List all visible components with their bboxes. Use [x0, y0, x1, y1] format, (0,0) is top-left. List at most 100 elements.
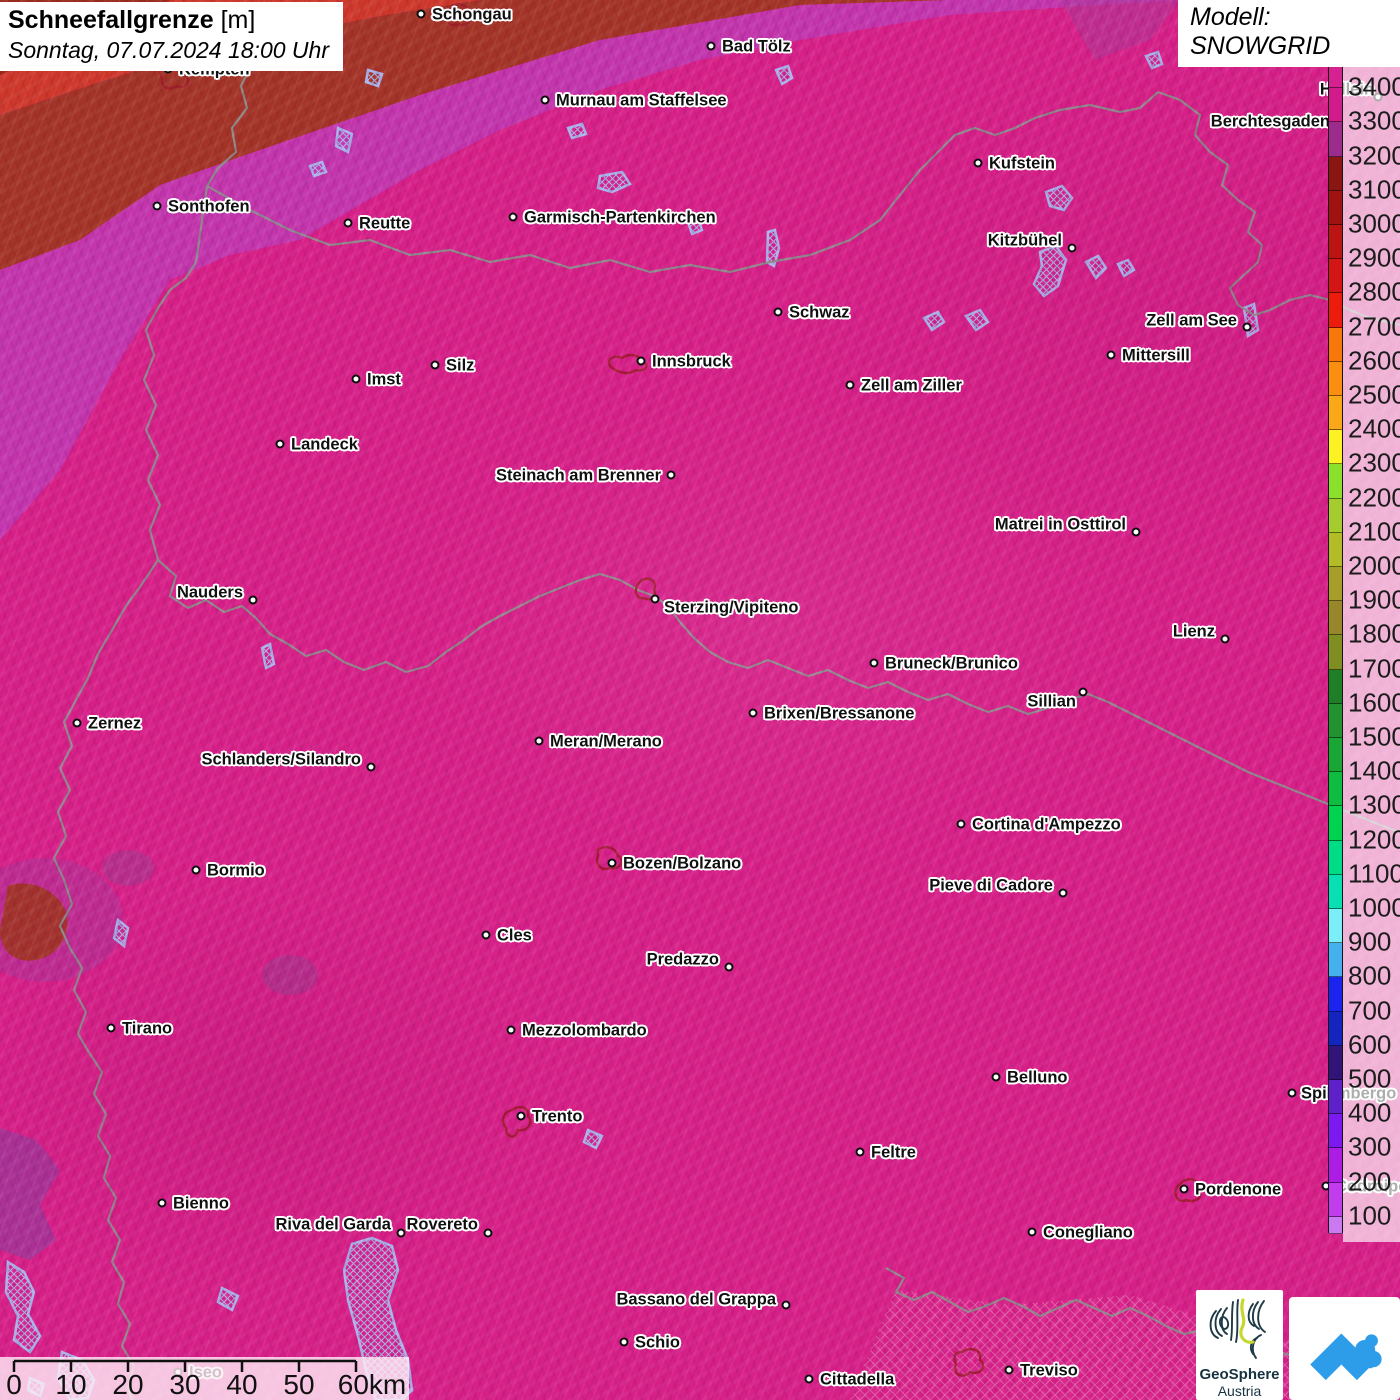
city-label: Zernez — [88, 715, 141, 734]
colorbar-segment — [1329, 1012, 1342, 1046]
partner-logo[interactable] — [1289, 1297, 1400, 1400]
city-label: Kufstein — [989, 155, 1055, 174]
city-dot — [1288, 1089, 1297, 1098]
city-dot — [725, 963, 734, 972]
colorbar-value-label: 3400 — [1348, 72, 1400, 103]
city-label: Reutte — [359, 215, 410, 234]
colorbar-value-label: 2900 — [1348, 243, 1400, 274]
colorbar-segment — [1329, 362, 1342, 396]
city-label: Matrei in Osttirol — [995, 516, 1126, 535]
colorbar-value-label: 2600 — [1348, 345, 1400, 376]
scale-bar: 0102030405060km — [0, 1357, 409, 1400]
city-dot — [1132, 528, 1141, 537]
colorbar-segment — [1329, 464, 1342, 498]
city-dot — [846, 381, 855, 390]
city-dot — [1180, 1185, 1189, 1194]
colorbar-segment — [1329, 293, 1342, 327]
city-label: Mezzolombardo — [522, 1022, 647, 1041]
city-label: Murnau am Staffelsee — [556, 92, 727, 111]
city-label: Rovereto — [406, 1216, 478, 1235]
city-dot — [107, 1024, 116, 1033]
city-dot — [507, 1026, 516, 1035]
city-label: Zell am See — [1146, 312, 1237, 331]
city-dot — [1059, 889, 1068, 898]
city-label: Pordenone — [1195, 1181, 1281, 1200]
city-dot — [397, 1229, 406, 1238]
city-label: Cittadella — [820, 1371, 894, 1390]
city-label: Lienz — [1173, 623, 1215, 642]
city-label: Bienno — [173, 1195, 229, 1214]
colorbar-value-label: 1600 — [1348, 687, 1400, 718]
colorbar-segment — [1329, 499, 1342, 533]
colorbar-value-label: 300 — [1348, 1132, 1391, 1163]
city-label: Steinach am Brenner — [496, 467, 661, 486]
colorbar-value-label: 800 — [1348, 961, 1391, 992]
city-label: Sillian — [1027, 693, 1076, 712]
city-label: Innsbruck — [652, 353, 731, 372]
city-label: Bruneck/Brunico — [885, 655, 1018, 674]
colorbar-value-label: 1200 — [1348, 824, 1400, 855]
city-dot — [153, 202, 162, 211]
map-title-box: Schneefallgrenze [m] Sonntag, 07.07.2024… — [0, 2, 343, 71]
city-label: Berchtesgaden — [1211, 113, 1330, 132]
city-label: Bassano del Grappa — [616, 1291, 776, 1310]
colorbar-segment — [1329, 430, 1342, 464]
city-label: Riva del Garda — [275, 1216, 391, 1235]
mountain-cloud-icon — [1299, 1306, 1391, 1392]
city-dot — [608, 859, 617, 868]
colorbar-value-label: 1800 — [1348, 619, 1400, 650]
city-label: Trento — [532, 1108, 582, 1127]
colorbar-value-label: 2400 — [1348, 414, 1400, 445]
city-dot — [1243, 323, 1252, 332]
city-dot — [870, 659, 879, 668]
colorbar-value-label: 2200 — [1348, 482, 1400, 513]
city-dot — [517, 1112, 526, 1121]
city-label: Meran/Merano — [550, 733, 662, 752]
city-label: Treviso — [1020, 1362, 1078, 1381]
colorbar-value-label: 1500 — [1348, 722, 1400, 753]
city-label: Cles — [497, 927, 532, 946]
city-label: Predazzo — [647, 951, 719, 970]
city-dot — [367, 763, 376, 772]
city-dot — [651, 595, 660, 604]
city-dot — [344, 219, 353, 228]
colorbar-value-label: 2300 — [1348, 448, 1400, 479]
colorbar-segment — [1329, 772, 1342, 806]
scale-bar-tick-label: 10 — [55, 1369, 86, 1400]
city-label: Schlanders/Silandro — [201, 751, 361, 770]
city-dot — [431, 361, 440, 370]
colorbar-segment — [1329, 943, 1342, 977]
geosphere-contours-icon — [1209, 1296, 1271, 1362]
city-dot — [484, 1229, 493, 1238]
city-dot — [992, 1073, 1001, 1082]
city-dot — [637, 357, 646, 366]
colorbar-value-label: 1700 — [1348, 653, 1400, 684]
colorbar-segment — [1329, 1217, 1342, 1234]
colorbar-segment — [1329, 328, 1342, 362]
city-label: Belluno — [1007, 1069, 1068, 1088]
city-label: Schwaz — [789, 304, 850, 323]
city-label: Garmisch-Partenkirchen — [524, 209, 716, 228]
city-dot — [1107, 351, 1116, 360]
scale-bar-tick-label: 50 — [283, 1369, 314, 1400]
city-label: Conegliano — [1043, 1224, 1133, 1243]
geosphere-logo[interactable]: GeoSphere Austria — [1196, 1290, 1283, 1400]
colorbar-value-label: 1900 — [1348, 585, 1400, 616]
colorbar-value-label: 600 — [1348, 1029, 1391, 1060]
colorbar-value-label: 2000 — [1348, 551, 1400, 582]
colorbar-segment — [1329, 157, 1342, 191]
snowfall-limit-map[interactable]: SchongauBad TölzKemptenMurnau am Staffel… — [0, 0, 1400, 1400]
colorbar-segment — [1329, 909, 1342, 943]
city-label: Silz — [446, 357, 474, 376]
colorbar-segment — [1329, 1114, 1342, 1148]
colorbar-value-label: 3000 — [1348, 209, 1400, 240]
city-dot — [482, 931, 491, 940]
colorbar — [1328, 37, 1343, 1233]
colorbar-value-label: 900 — [1348, 927, 1391, 958]
city-label: Imst — [367, 371, 401, 390]
city-dot — [1005, 1366, 1014, 1375]
city-dot — [957, 820, 966, 829]
city-label: Feltre — [871, 1144, 916, 1163]
map-datetime: Sonntag, 07.07.2024 18:00 Uhr — [8, 37, 329, 64]
city-label: Schio — [635, 1334, 680, 1353]
